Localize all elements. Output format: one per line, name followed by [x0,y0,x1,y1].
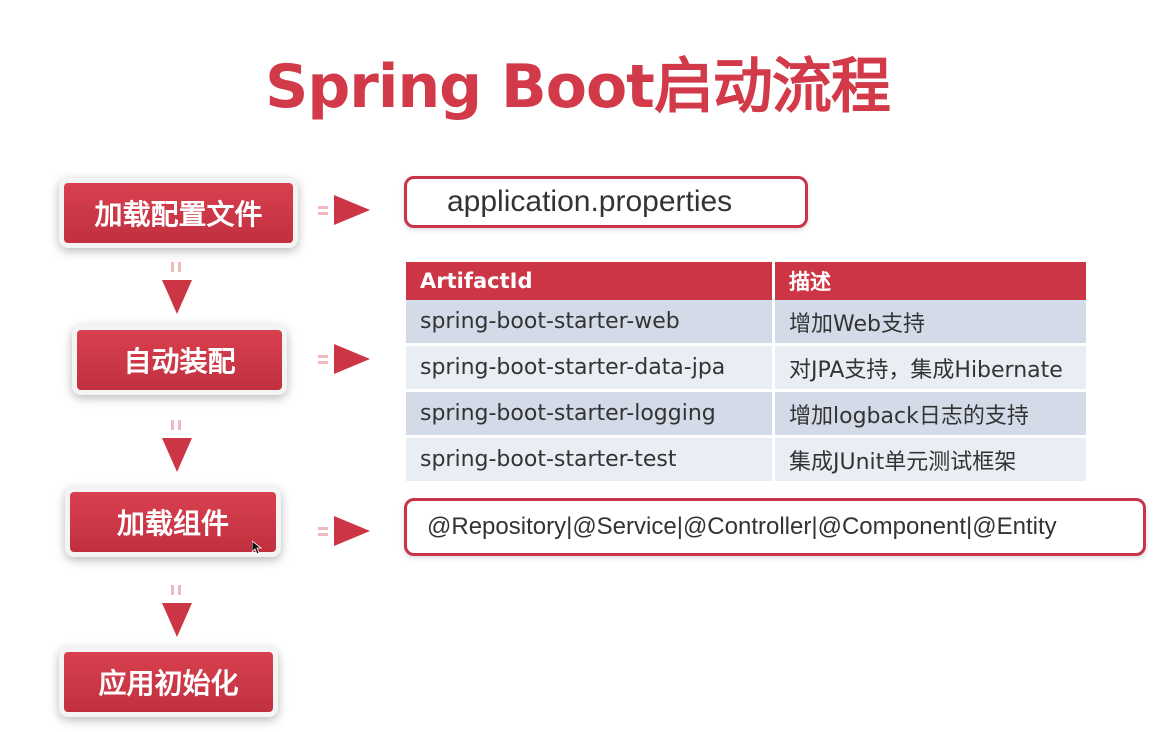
components-box: @Repository|@Service|@Controller|@Compon… [404,498,1146,556]
table-row: spring-boot-starter-test 集成JUnit单元测试框架 [406,435,1086,481]
step-load-config: 加载配置文件 [64,183,293,243]
step-label: 加载配置文件 [94,198,263,231]
artifact-id-cell: spring-boot-starter-logging [406,389,774,437]
right-arrow-icon [318,344,370,374]
description-cell: 增加Web支持 [772,300,1086,345]
down-arrow-icon [162,420,192,472]
description-cell: 对JPA支持，集成Hibernate [772,343,1086,391]
mouse-cursor-icon [252,541,262,555]
step-label: 自动装配 [123,345,236,378]
table-row: spring-boot-starter-data-jpa 对JPA支持，集成Hi… [406,343,1086,391]
starters-table: ArtifactId 描述 spring-boot-starter-web 增加… [406,262,1086,481]
artifact-id-cell: spring-boot-starter-data-jpa [406,343,774,391]
config-file-text: application.properties [447,185,733,218]
step-app-init: 应用初始化 [64,652,273,712]
header-description: 描述 [772,262,1086,300]
step-load-components: 加载组件 [70,492,276,552]
header-artifact-id: ArtifactId [406,262,774,300]
step-label: 应用初始化 [98,667,239,700]
right-arrow-icon [318,195,370,225]
description-cell: 集成JUnit单元测试框架 [772,435,1086,481]
right-arrow-icon [318,516,370,546]
artifact-id-cell: spring-boot-starter-test [406,435,774,481]
table-row: spring-boot-starter-web 增加Web支持 [406,300,1086,345]
step-auto-config: 自动装配 [77,330,282,390]
description-cell: 增加logback日志的支持 [772,389,1086,437]
table-row: spring-boot-starter-logging 增加logback日志的… [406,389,1086,437]
config-file-box: application.properties [404,176,808,228]
components-text: @Repository|@Service|@Controller|@Compon… [427,513,1057,540]
artifact-id-cell: spring-boot-starter-web [406,300,774,345]
down-arrow-icon [162,262,192,314]
page-title: Spring Boot启动流程 [265,52,891,122]
step-label: 加载组件 [116,507,229,540]
down-arrow-icon [162,585,192,637]
table-header-row: ArtifactId 描述 [406,262,1086,300]
